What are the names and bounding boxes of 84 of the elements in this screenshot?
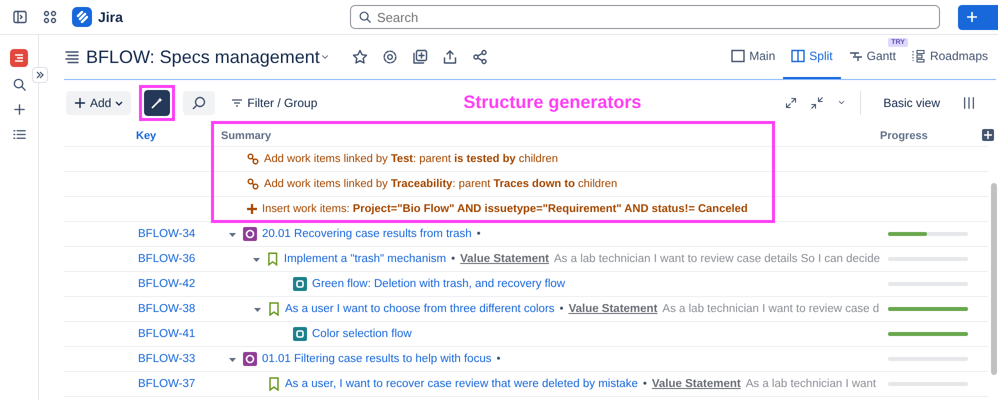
generator-rule[interactable]: Add work items linked by Traceability: parent Traces down to children [264, 178, 618, 190]
plus-icon [966, 11, 978, 23]
link-icon [247, 178, 259, 190]
magic-wand-icon [150, 96, 164, 110]
chevron-down-icon[interactable] [837, 98, 846, 107]
share-icon[interactable] [442, 49, 458, 65]
add-column-icon[interactable] [982, 129, 994, 141]
search-field[interactable]: Search [350, 5, 940, 29]
double-chevron-icon [35, 70, 45, 80]
bookmark-icon [267, 252, 279, 266]
description-text: As a lab technician I want to review case details So I can decide [554, 253, 880, 265]
generator-rule[interactable]: Insert work items: Project="Bio Flow" AND issuetype="Requirement" AND status!= Canceled [262, 203, 748, 215]
list-icon[interactable] [12, 127, 26, 142]
description-text: As a lab technician I want to review case d [662, 303, 880, 315]
chevron-down-icon [115, 98, 124, 106]
columns-icon [791, 49, 806, 63]
view-tab[interactable]: Split [783, 35, 841, 79]
column-header: Key [135, 130, 158, 142]
subtask-icon [293, 277, 307, 291]
plus-icon [247, 204, 257, 214]
issue-key[interactable]: BFLOW-37 [64, 378, 212, 390]
issue-summary[interactable]: Implement a "trash" mechanism [284, 253, 446, 265]
star-icon[interactable] [352, 49, 368, 65]
column-header: Progress [880, 130, 929, 142]
field-label: Value Statement [460, 253, 549, 265]
search-icon [191, 94, 208, 110]
create-button[interactable] [958, 4, 998, 30]
structure-app-icon[interactable] [10, 49, 28, 67]
settings-icon[interactable] [382, 49, 398, 65]
jira-logo-icon[interactable] [72, 7, 92, 27]
product-name[interactable]: Jira [98, 9, 123, 25]
sidebar-toggle-icon[interactable] [12, 9, 28, 25]
issue-summary[interactable]: 20.01 Recovering case results from trash [262, 228, 472, 240]
app-grid-icon[interactable] [42, 9, 58, 25]
bookmark-icon [268, 377, 280, 391]
filter-group-button[interactable]: Filter / Group [223, 90, 326, 114]
filter-icon [231, 96, 244, 108]
link-icon [247, 153, 259, 165]
field-label: Value Statement [568, 303, 658, 315]
issue-key[interactable]: BFLOW-33 [64, 353, 212, 365]
expand-icon[interactable] [785, 96, 798, 108]
view-selector[interactable]: Basic view [875, 90, 948, 114]
structure-icon [64, 49, 80, 65]
issue-summary[interactable]: Green flow: Deletion with trash, and recovery flow [312, 278, 566, 290]
columns-icon[interactable] [962, 96, 976, 110]
search-button[interactable] [183, 90, 216, 114]
plus-icon [74, 96, 86, 108]
separator-dot: • [642, 378, 647, 390]
page-title[interactable]: BFLOW: Specs management [86, 46, 320, 68]
separator-dot: • [476, 228, 481, 240]
issue-summary[interactable]: Color selection flow [312, 328, 412, 340]
subtask-icon [293, 327, 307, 341]
epic-icon [243, 352, 257, 366]
scrollbar[interactable] [991, 183, 997, 375]
connections-icon[interactable] [472, 49, 488, 65]
issue-key[interactable]: BFLOW-42 [64, 278, 212, 290]
issue-key[interactable]: BFLOW-38 [64, 303, 212, 315]
issue-summary[interactable]: 01.01 Filtering case results to help with focus [262, 353, 492, 365]
add-button[interactable]: Add [66, 90, 132, 114]
search-icon[interactable] [12, 77, 26, 92]
window-icon [731, 49, 746, 63]
roadmap-icon [912, 49, 926, 63]
generator-rule[interactable]: Add work items linked by Test: parent is tested by children [264, 153, 558, 165]
issue-key[interactable]: BFLOW-41 [64, 328, 212, 340]
description-text: As a lab technician I want [746, 378, 876, 390]
collapse-icon[interactable] [811, 96, 824, 108]
issue-key[interactable]: BFLOW-36 [64, 253, 212, 265]
generators-button[interactable] [144, 90, 170, 116]
issue-key[interactable]: BFLOW-34 [64, 228, 212, 240]
expand-sidebar-button[interactable] [32, 67, 48, 83]
epic-icon [243, 227, 257, 241]
annotation-label: Structure generators [463, 92, 642, 113]
column-header: Summary [220, 130, 272, 142]
separator-dot: • [451, 253, 456, 265]
separator-dot: • [496, 353, 501, 365]
separator-dot: • [560, 303, 564, 315]
view-tab[interactable]: Main [723, 35, 784, 79]
copy-icon[interactable] [412, 49, 428, 65]
field-label: Value Statement [652, 378, 741, 390]
issue-summary[interactable]: As a user I want to choose from three different colors [285, 303, 555, 315]
search-icon [358, 10, 372, 24]
issue-summary[interactable]: As a user, I want to recover case review that were deleted by mistake [285, 378, 638, 390]
plus-icon[interactable] [12, 102, 26, 117]
bookmark-icon [268, 302, 280, 316]
